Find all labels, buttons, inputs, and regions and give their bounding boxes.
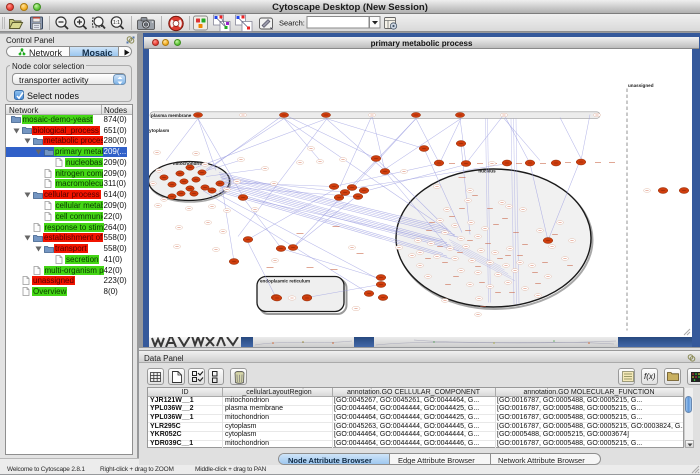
svg-text:nucleus: nucleus xyxy=(478,168,496,173)
svg-text:Search:: Search: xyxy=(279,19,305,28)
svg-text:cytoplasm: cytoplasm xyxy=(149,128,169,133)
svg-text:unassigned: unassigned xyxy=(628,83,654,88)
svg-text:plasma membrane: plasma membrane xyxy=(151,113,192,118)
